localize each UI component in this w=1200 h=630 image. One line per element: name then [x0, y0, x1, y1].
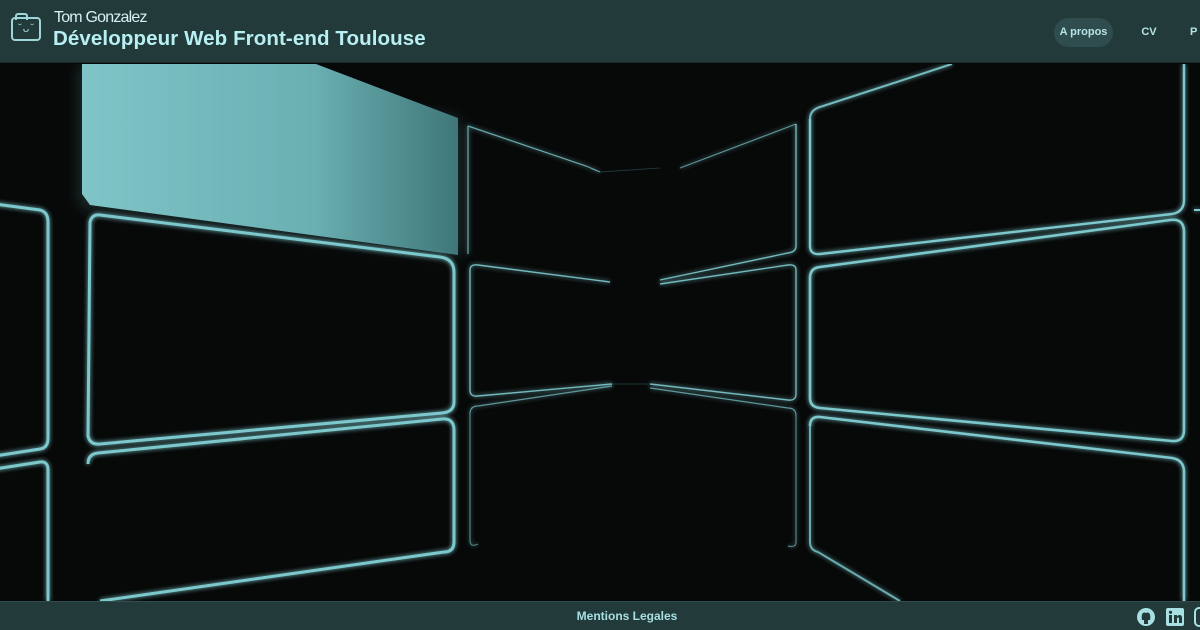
nav-item-a-propos[interactable]: A propos	[1054, 18, 1113, 47]
footer-bar: Mentions Legales	[0, 601, 1200, 630]
site-owner-name[interactable]: Tom Gonzalez	[54, 9, 147, 27]
top-navigation-bar: ˘ᴗ˘ Tom Gonzalez Développeur Web Front-e…	[0, 0, 1200, 63]
nav-item-cv[interactable]: CV	[1130, 18, 1168, 47]
contact-icon[interactable]	[1193, 607, 1200, 627]
nav-item-partial[interactable]: P	[1190, 18, 1200, 47]
logo-face: ˘ᴗ˘	[17, 22, 35, 35]
github-icon[interactable]	[1136, 607, 1156, 627]
folder-logo-icon[interactable]: ˘ᴗ˘	[11, 13, 41, 41]
hero-window-grid-scene	[0, 64, 1200, 601]
site-tagline[interactable]: Développeur Web Front-end Toulouse	[53, 27, 426, 51]
linkedin-icon[interactable]	[1165, 607, 1185, 627]
mentions-legales-link[interactable]: Mentions Legales	[0, 602, 1200, 630]
hallway-window-grid-illustration	[0, 64, 1200, 601]
